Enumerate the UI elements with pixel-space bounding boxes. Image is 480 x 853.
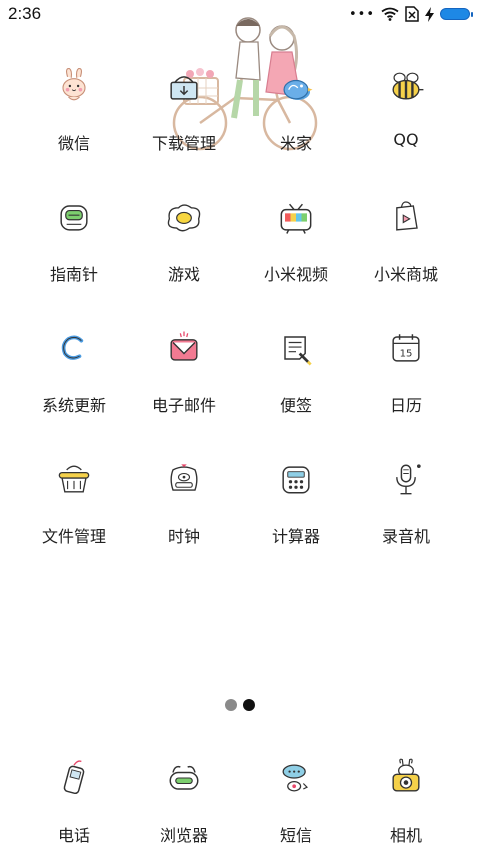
app-icon-tile-12[interactable]: 15 日历	[351, 324, 461, 444]
phone-icon	[50, 754, 98, 802]
calculator-icon	[272, 455, 320, 503]
calendar-day: 15	[400, 348, 413, 359]
message-bubble-icon	[272, 754, 320, 802]
app-icon-tile-5[interactable]: 指南针	[19, 193, 129, 313]
camera-icon	[382, 754, 430, 802]
app-icon-tile-label: 便签	[279, 396, 312, 415]
app-icon-tile-14[interactable]: 时钟	[129, 455, 239, 575]
page-dot-1[interactable]	[225, 699, 237, 711]
status-bar: 2:36 •••	[0, 0, 480, 28]
app-icon-tile-7[interactable]: 小米视频	[241, 193, 351, 313]
app-icon-tile-label: 下载管理	[151, 134, 216, 153]
page-indicator	[0, 699, 480, 711]
app-icon-tile-label: 米家	[279, 134, 312, 153]
app-icon-tile-15[interactable]: 计算器	[241, 455, 351, 575]
app-icon-tile-8[interactable]: 小米商城	[351, 193, 461, 313]
app-icon-tile-13[interactable]: 文件管理	[19, 455, 129, 575]
app-icon-tile-2[interactable]: 下载管理	[129, 62, 239, 182]
compass-icon	[50, 193, 98, 241]
dock-app-label: 浏览器	[159, 826, 208, 845]
app-icon-tile-label: 指南针	[49, 265, 98, 284]
note-pencil-icon	[272, 324, 320, 372]
dock-app-4[interactable]: 相机	[351, 754, 461, 853]
status-time: 2:36	[8, 4, 42, 23]
bunny-face-icon	[50, 62, 98, 110]
dock-app-label: 短信	[279, 826, 312, 845]
basket-folder-icon	[50, 455, 98, 503]
tv-icon	[272, 193, 320, 241]
app-icon-tile-label: 录音机	[381, 527, 430, 546]
microphone-icon	[382, 455, 430, 503]
egg-icon	[160, 193, 208, 241]
dock-app-3[interactable]: 短信	[241, 754, 351, 853]
app-icon-tile-6[interactable]: 游戏	[129, 193, 239, 313]
bird-icon	[272, 62, 320, 110]
more-dots: •••	[348, 6, 375, 22]
app-icon-tile-10[interactable]: 电子邮件	[129, 324, 239, 444]
app-icon-tile-4[interactable]: QQ	[351, 62, 461, 182]
shopping-bag-icon	[382, 193, 430, 241]
app-icon-tile-label: 小米商城	[373, 265, 438, 284]
alarm-clock-icon	[160, 455, 208, 503]
app-icon-tile-1[interactable]: 微信	[19, 62, 129, 182]
app-icon-tile-label: 游戏	[167, 265, 200, 284]
app-icon-tile-label: QQ	[393, 130, 419, 149]
dock-app-label: 相机	[389, 826, 422, 845]
app-icon-tile-label: 系统更新	[41, 396, 106, 415]
app-icon-tile-label: 日历	[389, 396, 422, 415]
dock-app-1[interactable]: 电话	[19, 754, 129, 853]
basket-download-icon	[160, 62, 208, 110]
app-icon-tile-label: 微信	[57, 134, 90, 153]
app-icon-tile-label: 电子邮件	[151, 396, 216, 415]
dock-app-2[interactable]: 浏览器	[129, 754, 239, 853]
charging-bolt-icon	[425, 6, 434, 22]
page-dot-2[interactable]	[243, 699, 255, 711]
app-icon-tile-label: 时钟	[167, 527, 200, 546]
app-icon-tile-label: 文件管理	[41, 527, 106, 546]
app-icon-tile-11[interactable]: 便签	[241, 324, 351, 444]
status-icons: •••	[348, 6, 473, 22]
app-icon-tile-16[interactable]: 录音机	[351, 455, 461, 575]
browser-icon	[160, 754, 208, 802]
refresh-icon	[50, 324, 98, 372]
app-icon-tile-9[interactable]: 系统更新	[19, 324, 129, 444]
app-icon-tile-label: 小米视频	[263, 265, 328, 284]
dock-app-label: 电话	[57, 826, 90, 845]
wifi-icon	[381, 7, 399, 21]
battery-icon	[440, 8, 473, 20]
app-icon-tile-3[interactable]: 米家	[241, 62, 351, 182]
calendar-icon: 15	[382, 324, 430, 372]
bee-icon	[382, 62, 430, 110]
no-sim-icon	[405, 6, 419, 22]
app-icon-tile-label: 计算器	[271, 527, 320, 546]
mail-icon	[160, 324, 208, 372]
